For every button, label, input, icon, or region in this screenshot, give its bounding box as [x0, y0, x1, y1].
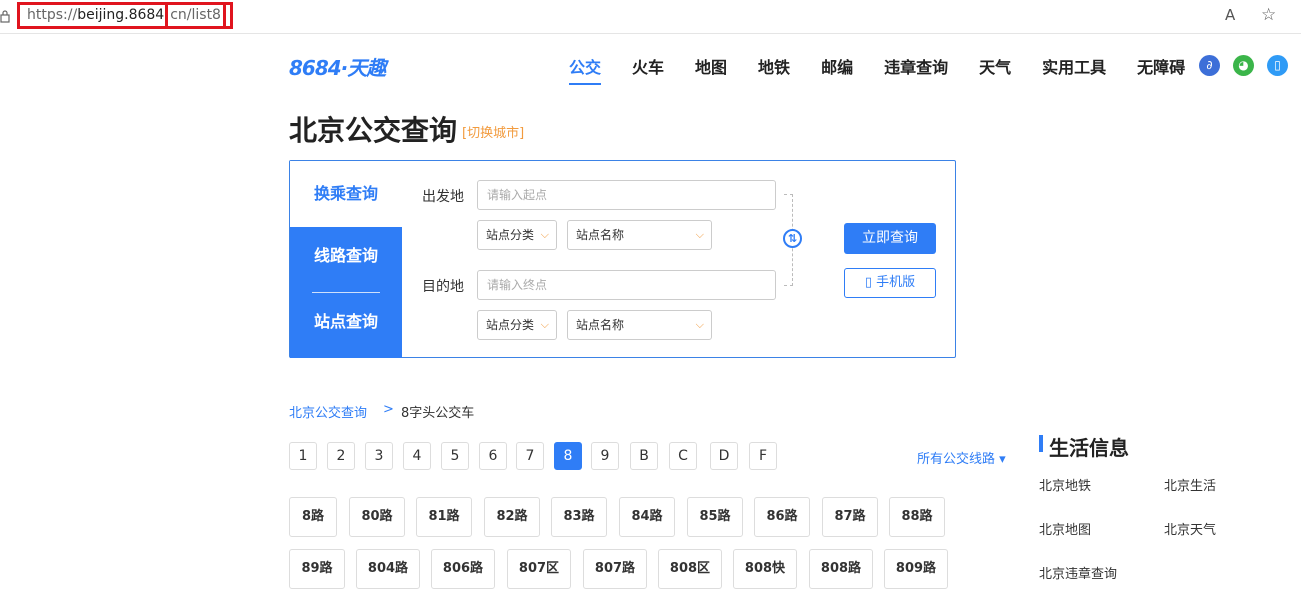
read-aloud-icon[interactable]: A [1225, 6, 1235, 24]
nav-item[interactable]: 邮编 [821, 54, 853, 78]
from-stop-category-value: 站点分类 [486, 228, 535, 242]
nav-item[interactable]: 公交 [569, 54, 602, 85]
route-button[interactable]: 80路 [349, 497, 405, 537]
from-stop-category-select[interactable]: 站点分类 ⌵ [477, 220, 557, 250]
page-letter-1[interactable]: 1 [289, 442, 317, 470]
mobile-app-icon[interactable]: ▯ [1267, 55, 1288, 76]
query-button[interactable]: 立即查询 [844, 223, 936, 254]
side-link[interactable]: 北京生活 [1164, 475, 1216, 494]
side-link[interactable]: 北京天气 [1164, 519, 1216, 538]
side-link[interactable]: 北京违章查询 [1039, 563, 1117, 582]
to-stop-category-select[interactable]: 站点分类 ⌵ [477, 310, 557, 340]
route-button[interactable]: 84路 [619, 497, 675, 537]
nav-item[interactable]: 违章查询 [884, 54, 948, 78]
side-title-accent [1039, 435, 1043, 452]
nav-item[interactable]: 地图 [695, 54, 727, 78]
side-link[interactable]: 北京地铁 [1039, 475, 1091, 494]
route-button[interactable]: 88路 [889, 497, 945, 537]
route-button[interactable]: 87路 [822, 497, 878, 537]
route-button[interactable]: 804路 [356, 549, 420, 589]
route-button[interactable]: 808区 [658, 549, 722, 589]
nav-item[interactable]: 无障碍 [1137, 54, 1185, 78]
route-button[interactable]: 86路 [754, 497, 810, 537]
tab-divider [312, 292, 380, 293]
from-stop-name-select[interactable]: 站点名称 ⌵ [567, 220, 712, 250]
route-button[interactable]: 809路 [884, 549, 948, 589]
url-field[interactable]: https://beijing.8684 cn/list8 [17, 2, 233, 29]
nav-item[interactable]: 实用工具 [1042, 54, 1106, 78]
page-letter-c[interactable]: C [669, 442, 697, 470]
side-link[interactable]: 北京地图 [1039, 519, 1091, 538]
lock-icon [0, 8, 10, 23]
page-letter-d[interactable]: D [710, 442, 738, 470]
page-title: 北京公交查询 [289, 114, 458, 147]
mobile-version-label: 手机版 [876, 275, 916, 290]
phone-icon: ▯ [864, 275, 872, 290]
favorite-star-icon[interactable]: ☆ [1261, 5, 1276, 25]
site-logo[interactable]: 8684·天趣 [289, 52, 386, 81]
to-label: 目的地 [422, 279, 464, 295]
tab-route-query[interactable]: 线路查询 [290, 242, 402, 266]
page-letter-7[interactable]: 7 [516, 442, 544, 470]
route-button[interactable]: 8路 [289, 497, 337, 537]
page-letter-4[interactable]: 4 [403, 442, 431, 470]
nav-item[interactable]: 地铁 [758, 54, 790, 78]
mobile-version-button[interactable]: ▯ 手机版 [844, 268, 936, 298]
route-button[interactable]: 807路 [583, 549, 647, 589]
route-button[interactable]: 808快 [733, 549, 797, 589]
page-letter-2[interactable]: 2 [327, 442, 355, 470]
wechat-icon[interactable]: ◕ [1233, 55, 1254, 76]
route-button[interactable]: 82路 [484, 497, 540, 537]
page-letter-8[interactable]: 8 [554, 442, 582, 470]
route-button[interactable]: 808路 [809, 549, 873, 589]
page-letter-3[interactable]: 3 [365, 442, 393, 470]
from-label: 出发地 [422, 189, 464, 205]
to-stop-name-value: 站点名称 [576, 318, 625, 332]
nav-item[interactable]: 天气 [979, 54, 1011, 78]
to-stop-category-value: 站点分类 [486, 318, 535, 332]
breadcrumb-separator: > [383, 402, 394, 417]
main-nav: 公交 火车 地图 地铁 邮编 违章查询 天气 实用工具 无障碍 [569, 54, 1216, 85]
tab-transfer-query[interactable]: 换乘查询 [290, 161, 402, 227]
all-routes-dropdown[interactable]: 所有公交线路 ▾ [917, 448, 1006, 467]
tab-stop-query[interactable]: 站点查询 [290, 308, 402, 332]
swap-icon[interactable]: ⇅ [783, 229, 802, 248]
switch-city-link[interactable]: [切换城市] [462, 122, 524, 141]
route-button[interactable]: 807区 [507, 549, 571, 589]
page-letter-b[interactable]: B [630, 442, 658, 470]
breadcrumb-home-link[interactable]: 北京公交查询 [289, 402, 367, 421]
page-letter-6[interactable]: 6 [479, 442, 507, 470]
nav-item[interactable]: 火车 [632, 54, 664, 78]
page-letter-9[interactable]: 9 [591, 442, 619, 470]
from-input[interactable]: 请输入起点 [477, 180, 776, 210]
url-protocol: https:// [27, 7, 78, 23]
route-button[interactable]: 89路 [289, 549, 345, 589]
page-letter-f[interactable]: F [749, 442, 777, 470]
to-stop-name-select[interactable]: 站点名称 ⌵ [567, 310, 712, 340]
from-stop-name-value: 站点名称 [576, 228, 625, 242]
chevron-down-icon: ⌵ [540, 228, 549, 241]
url-host: beijing.8684 [77, 7, 165, 23]
route-button[interactable]: 806路 [431, 549, 495, 589]
side-title: 生活信息 [1049, 436, 1129, 460]
route-button[interactable]: 83路 [551, 497, 607, 537]
route-button[interactable]: 81路 [416, 497, 472, 537]
page-letter-5[interactable]: 5 [441, 442, 469, 470]
chevron-down-icon: ⌵ [540, 318, 549, 331]
url-path-highlight: cn/list8 [165, 5, 226, 26]
chevron-down-icon: ⌵ [695, 228, 704, 241]
chevron-down-icon: ⌵ [695, 318, 704, 331]
mini-program-icon[interactable]: ∂ [1199, 55, 1220, 76]
breadcrumb-current: 8字头公交车 [401, 406, 475, 421]
route-button[interactable]: 85路 [687, 497, 743, 537]
to-input[interactable]: 请输入终点 [477, 270, 776, 300]
